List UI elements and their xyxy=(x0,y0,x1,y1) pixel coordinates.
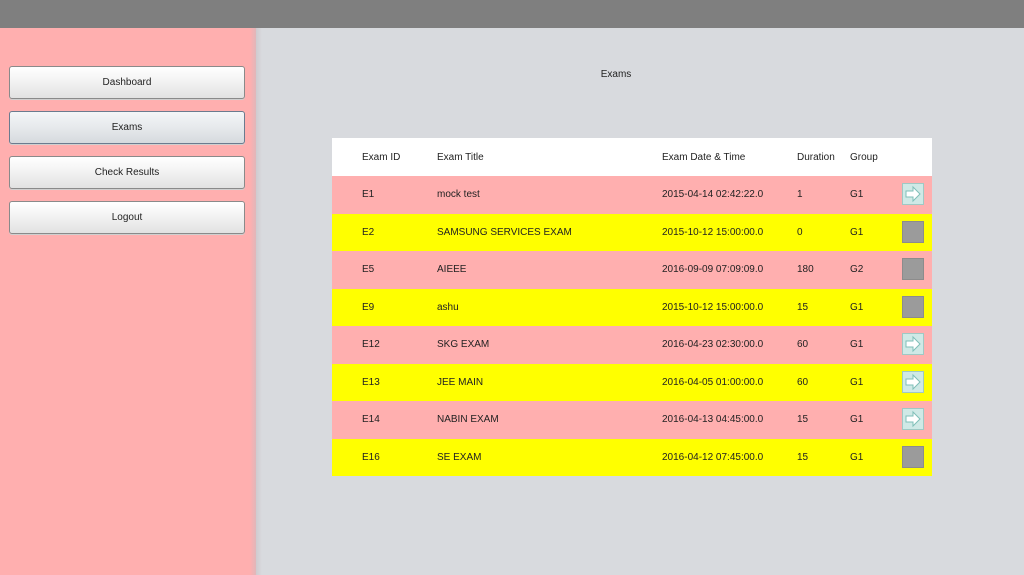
arrow-right-icon xyxy=(903,334,923,354)
header-exam-title: Exam Title xyxy=(437,151,484,163)
page-title: Exams xyxy=(600,69,632,80)
cell-group: G1 xyxy=(850,451,864,463)
cell-exam-date: 2016-09-09 07:09:09.0 xyxy=(662,264,764,276)
cell-exam-date: 2016-04-05 01:00:00.0 xyxy=(662,376,764,388)
cell-exam-date: 2015-10-12 15:00:00.0 xyxy=(662,226,764,238)
cell-exam-date: 2015-10-12 15:00:00.0 xyxy=(662,301,764,313)
arrow-right-icon xyxy=(903,409,923,429)
table-row: E12 SKG EXAM 2016-04-23 02:30:00.0 60 G1 xyxy=(332,326,932,364)
cell-duration: 15 xyxy=(797,451,809,463)
table-row: E9 ashu 2015-10-12 15:00:00.0 15 G1 xyxy=(332,288,932,326)
arrow-right-icon xyxy=(903,184,923,204)
start-exam-button[interactable] xyxy=(902,333,924,355)
cell-exam-id: E13 xyxy=(362,376,380,388)
cell-exam-title: SE EXAM xyxy=(437,451,482,463)
cell-exam-id: E5 xyxy=(362,264,375,276)
start-exam-button-disabled xyxy=(902,445,924,468)
table-header: Exam ID Exam Title Exam Date & Time Dura… xyxy=(332,138,932,176)
cell-exam-id: E12 xyxy=(362,339,380,351)
cell-exam-title: SAMSUNG SERVICES EXAM xyxy=(437,226,572,238)
cell-exam-id: E2 xyxy=(362,226,375,238)
start-exam-button[interactable] xyxy=(902,183,924,205)
table-row: E5 AIEEE 2016-09-09 07:09:09.0 180 G2 xyxy=(332,251,932,289)
cell-exam-date: 2016-04-12 07:45:00.0 xyxy=(662,451,764,463)
header-duration: Duration xyxy=(797,151,835,163)
cell-exam-title: JEE MAIN xyxy=(437,376,484,388)
logout-button[interactable]: Logout xyxy=(9,201,245,234)
top-bar xyxy=(0,0,1024,28)
start-exam-button-disabled xyxy=(902,258,924,280)
cell-group: G1 xyxy=(850,301,864,313)
cell-exam-title: ashu xyxy=(437,301,459,313)
arrow-right-icon xyxy=(903,372,923,392)
cell-exam-title: AIEEE xyxy=(437,264,467,276)
header-exam-id: Exam ID xyxy=(362,151,401,163)
cell-duration: 15 xyxy=(797,414,809,426)
start-exam-button-disabled xyxy=(902,220,924,243)
cell-group: G1 xyxy=(850,189,864,201)
table-row: E13 JEE MAIN 2016-04-05 01:00:00.0 60 G1 xyxy=(332,363,932,401)
start-exam-button[interactable] xyxy=(902,408,924,430)
sidebar-divider xyxy=(250,28,262,575)
cell-exam-id: E1 xyxy=(362,189,375,201)
cell-group: G2 xyxy=(850,264,864,276)
cell-exam-date: 2016-04-23 02:30:00.0 xyxy=(662,339,764,351)
cell-exam-title: NABIN EXAM xyxy=(437,414,499,426)
start-exam-button-disabled xyxy=(902,295,924,318)
exams-table: Exam ID Exam Title Exam Date & Time Dura… xyxy=(332,138,932,476)
cell-exam-title: mock test xyxy=(437,189,480,201)
table-row: E1 mock test 2015-04-14 02:42:22.0 1 G1 xyxy=(332,176,932,214)
cell-exam-id: E14 xyxy=(362,414,380,426)
cell-exam-title: SKG EXAM xyxy=(437,339,490,351)
cell-exam-date: 2016-04-13 04:45:00.0 xyxy=(662,414,764,426)
cell-duration: 0 xyxy=(797,226,803,238)
table-row: E16 SE EXAM 2016-04-12 07:45:00.0 15 G1 xyxy=(332,438,932,476)
cell-exam-date: 2015-04-14 02:42:22.0 xyxy=(662,189,764,201)
header-group: Group xyxy=(850,151,878,163)
start-exam-button[interactable] xyxy=(902,370,924,393)
cell-duration: 15 xyxy=(797,301,809,313)
cell-duration: 60 xyxy=(797,339,809,351)
cell-exam-id: E9 xyxy=(362,301,375,313)
cell-group: G1 xyxy=(850,226,864,238)
dashboard-button[interactable]: Dashboard xyxy=(9,66,245,99)
cell-exam-id: E16 xyxy=(362,451,380,463)
table-body: E1 mock test 2015-04-14 02:42:22.0 1 G1 E2 SAM… xyxy=(332,176,932,476)
cell-duration: 1 xyxy=(797,189,803,201)
table-row: E2 SAMSUNG SERVICES EXAM 2015-10-12 15:00:… xyxy=(332,213,932,251)
cell-group: G1 xyxy=(850,376,864,388)
cell-group: G1 xyxy=(850,414,864,426)
header-exam-date: Exam Date & Time xyxy=(662,151,746,163)
cell-duration: 60 xyxy=(797,376,809,388)
check-results-button[interactable]: Check Results xyxy=(9,156,245,189)
cell-group: G1 xyxy=(850,339,864,351)
cell-duration: 180 xyxy=(797,264,814,276)
exams-button[interactable]: Exams xyxy=(9,111,245,144)
table-row: E14 NABIN EXAM 2016-04-13 04:45:00.0 15 G1 xyxy=(332,401,932,439)
